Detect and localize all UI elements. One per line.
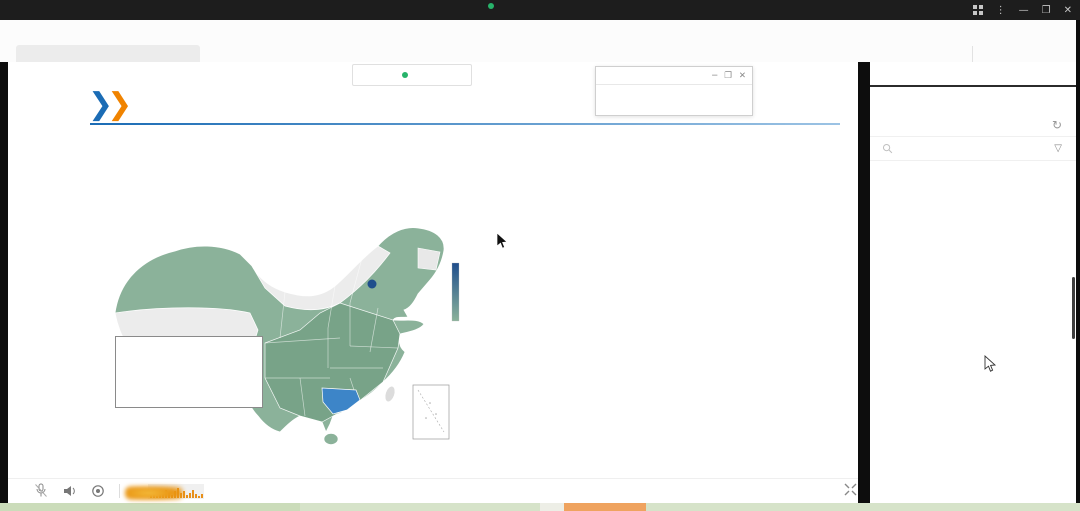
refresh-icon[interactable]: ↻ bbox=[1052, 118, 1062, 132]
tab-discussion[interactable] bbox=[870, 87, 973, 114]
minimize-icon[interactable]: — bbox=[1019, 5, 1029, 16]
trend-chart-box bbox=[115, 336, 263, 408]
member-search-row: ▽ bbox=[870, 136, 1076, 161]
app-window: ⋮ — ❐ ✕ ─ ❐ bbox=[0, 0, 1080, 511]
microphone-muted-icon[interactable] bbox=[34, 483, 48, 499]
sidebar-scrollbar[interactable] bbox=[1072, 277, 1075, 339]
taskbar-segment-orange bbox=[564, 503, 646, 511]
search-input[interactable] bbox=[898, 141, 1054, 155]
live-dot-icon bbox=[488, 3, 494, 9]
member-list bbox=[870, 166, 1076, 479]
map-taiwan-island bbox=[383, 385, 397, 403]
fit-screen-icon[interactable] bbox=[844, 483, 857, 496]
close-icon[interactable]: ✕ bbox=[1064, 5, 1072, 16]
sidebar-tabs bbox=[870, 87, 1076, 114]
title-bar: ⋮ — ❐ ✕ bbox=[0, 0, 1080, 20]
map-hainan-island bbox=[324, 434, 338, 445]
live-intro-button[interactable] bbox=[870, 62, 1076, 87]
speaker-icon[interactable] bbox=[62, 484, 77, 498]
taskbar-segment-green bbox=[0, 503, 300, 511]
restore-icon[interactable]: ❐ bbox=[1042, 5, 1051, 16]
nanhai-inset bbox=[413, 385, 449, 439]
map-region-beijing bbox=[368, 280, 377, 289]
panel-close-icon[interactable]: ✕ bbox=[739, 71, 746, 81]
class-status bbox=[488, 3, 504, 9]
refresh-members-row[interactable]: ↻ bbox=[870, 114, 1076, 137]
filter-icon[interactable]: ▽ bbox=[1054, 143, 1062, 154]
panel-minimize-icon[interactable]: ─ bbox=[712, 71, 717, 81]
bottom-divider bbox=[119, 484, 120, 498]
layout-grid-icon[interactable] bbox=[973, 5, 983, 15]
live-dot-icon bbox=[402, 72, 408, 78]
pie-chart bbox=[570, 178, 860, 408]
taskbar-segment-light bbox=[540, 503, 564, 511]
panel-maximize-icon[interactable]: ❐ bbox=[724, 71, 732, 81]
map-region-jilin bbox=[418, 248, 440, 270]
board-tools-panel: ─ ❐ ✕ bbox=[595, 66, 753, 116]
left-border bbox=[0, 62, 8, 503]
right-border bbox=[1076, 20, 1080, 503]
title-chevrons-icon: ❯❯ bbox=[88, 90, 126, 120]
more-menu-icon[interactable]: ⋮ bbox=[996, 5, 1006, 16]
slide-body-text bbox=[26, 156, 840, 175]
main-toolbar bbox=[0, 20, 1080, 63]
title-underline bbox=[90, 123, 840, 125]
search-icon bbox=[882, 143, 893, 154]
next-page-button[interactable] bbox=[870, 482, 1076, 503]
slide-canvas: ─ ❐ ✕ ❯❯ bbox=[8, 62, 858, 478]
right-sidebar: ↻ ▽ bbox=[870, 62, 1076, 503]
tab-members[interactable] bbox=[973, 87, 1076, 114]
watermark-logo bbox=[125, 486, 183, 500]
camera-icon[interactable] bbox=[91, 484, 105, 498]
map-legend-bar bbox=[452, 263, 459, 321]
class-timer-pill[interactable] bbox=[352, 64, 472, 86]
